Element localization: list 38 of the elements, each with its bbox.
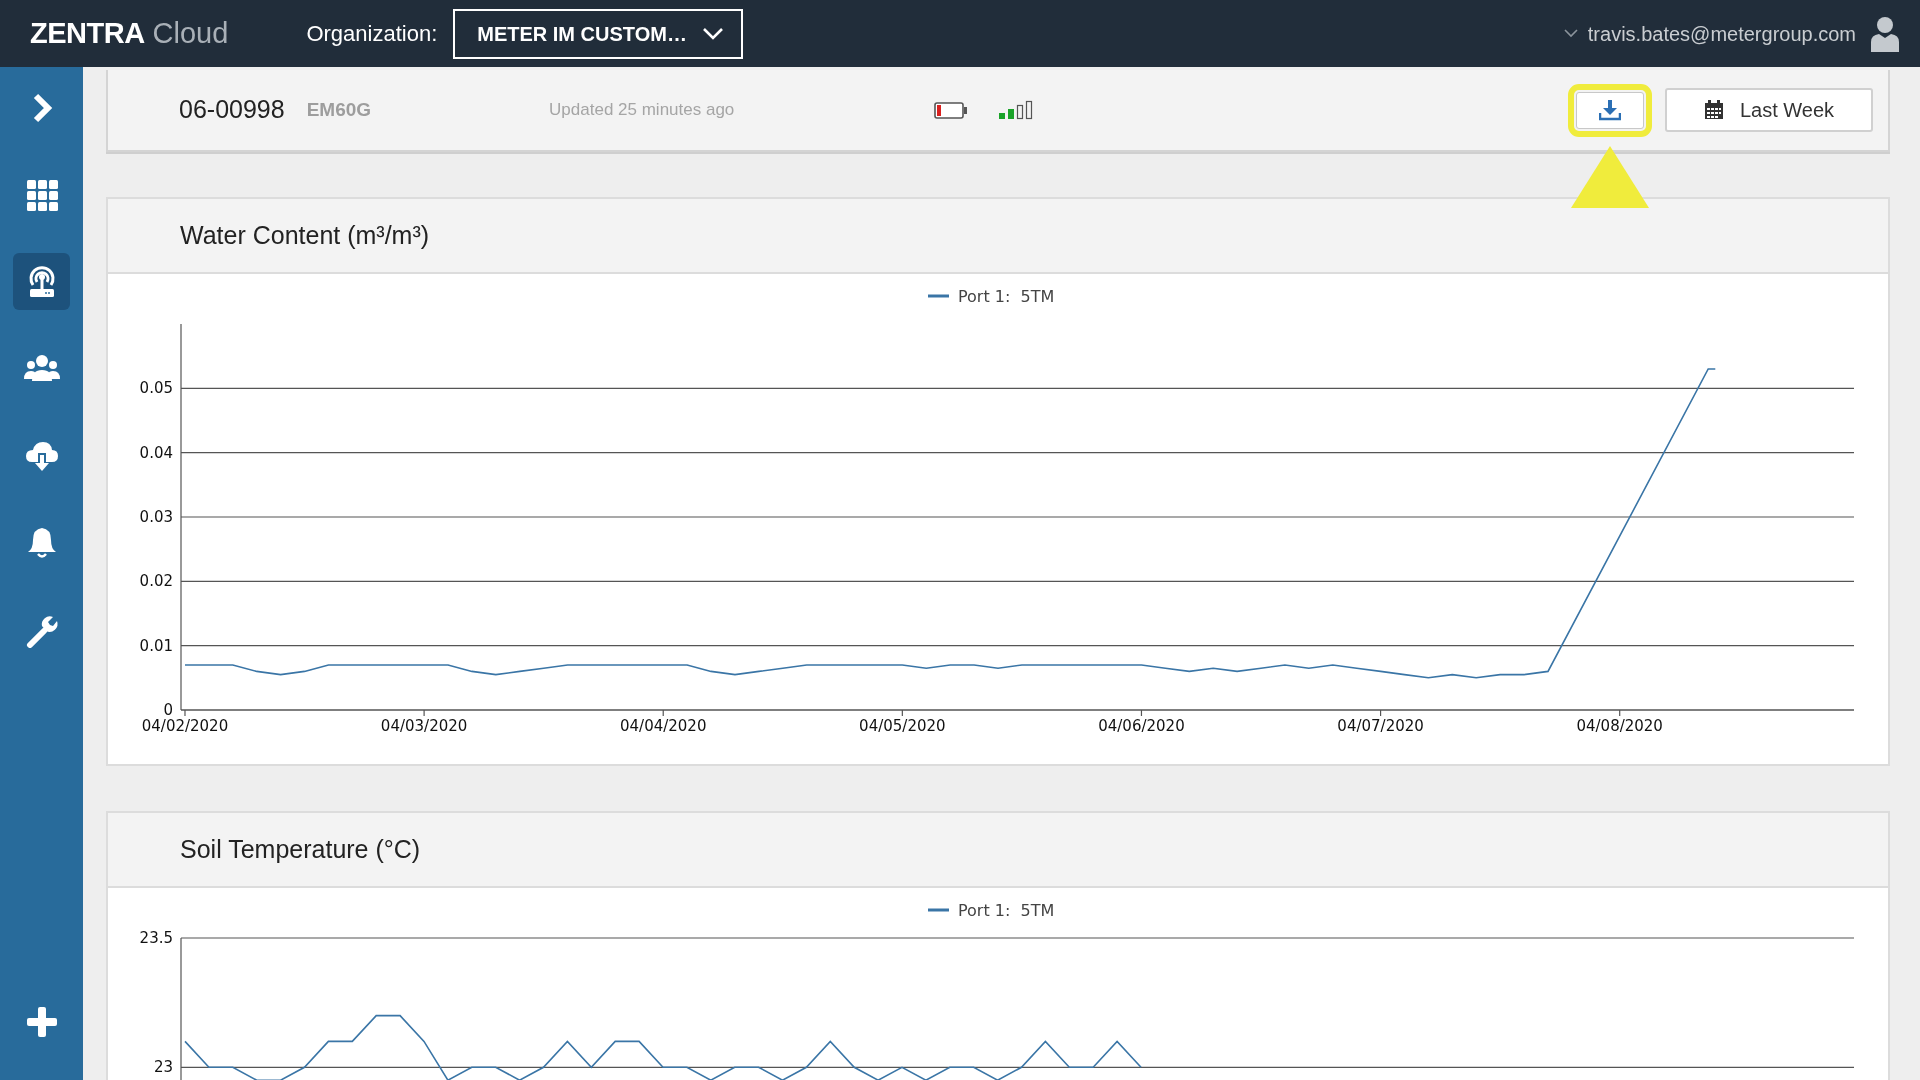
- sidebar-item[interactable]: [13, 253, 70, 310]
- brand-name: ZENTRA: [30, 15, 145, 51]
- signal-icon: [998, 100, 1035, 120]
- x-axis-label: 04/05/2020: [859, 717, 946, 735]
- legend-label[interactable]: Port 1: 5TM: [958, 287, 1055, 306]
- chevron-down-icon[interactable]: [1563, 29, 1578, 38]
- date-range-button[interactable]: Last Week: [1665, 88, 1873, 132]
- x-axis-label: 04/04/2020: [620, 717, 707, 735]
- updated-time: Updated 25 minutes ago: [549, 99, 735, 122]
- y-axis-label: 0.01: [139, 636, 173, 655]
- x-axis-label: 04/06/2020: [1098, 717, 1185, 735]
- y-axis-label: 23: [153, 1058, 173, 1077]
- chevron-down-icon: [702, 27, 723, 40]
- y-axis-label: 0.04: [139, 443, 173, 462]
- user-email[interactable]: travis.bates@metergroup.com: [1587, 18, 1856, 49]
- organization-label: Organization:: [306, 20, 438, 48]
- legend-label[interactable]: Port 1: 5TM: [958, 901, 1055, 920]
- calendar-icon: [1703, 100, 1724, 120]
- chart-title: Soil Temperature (°C): [180, 833, 421, 865]
- x-axis-label: 04/02/2020: [141, 717, 229, 735]
- download-icon: [1599, 99, 1621, 121]
- brand-suffix: Cloud: [152, 15, 229, 51]
- device-model: EM60G: [306, 97, 372, 122]
- device-id: 06-00998: [179, 94, 285, 126]
- x-axis-label: 04/07/2020: [1337, 717, 1424, 735]
- x-axis-label: 04/08/2020: [1576, 717, 1663, 735]
- x-axis-label: 04/03/2020: [380, 717, 468, 735]
- user-icon[interactable]: [1870, 15, 1900, 52]
- battery-icon: [934, 101, 969, 119]
- y-axis-label: 0.05: [139, 379, 173, 398]
- y-axis-label: 0.03: [139, 508, 173, 526]
- y-axis-label: 0: [163, 701, 173, 719]
- organization-dropdown[interactable]: METER IM CUSTOM…: [453, 8, 743, 59]
- legend-swatch: [928, 908, 949, 912]
- y-axis-label: 0.02: [139, 572, 173, 591]
- legend-swatch: [928, 294, 949, 298]
- chart-title: Water Content (m³/m³): [180, 219, 430, 251]
- y-axis-label: 23.5: [139, 929, 173, 947]
